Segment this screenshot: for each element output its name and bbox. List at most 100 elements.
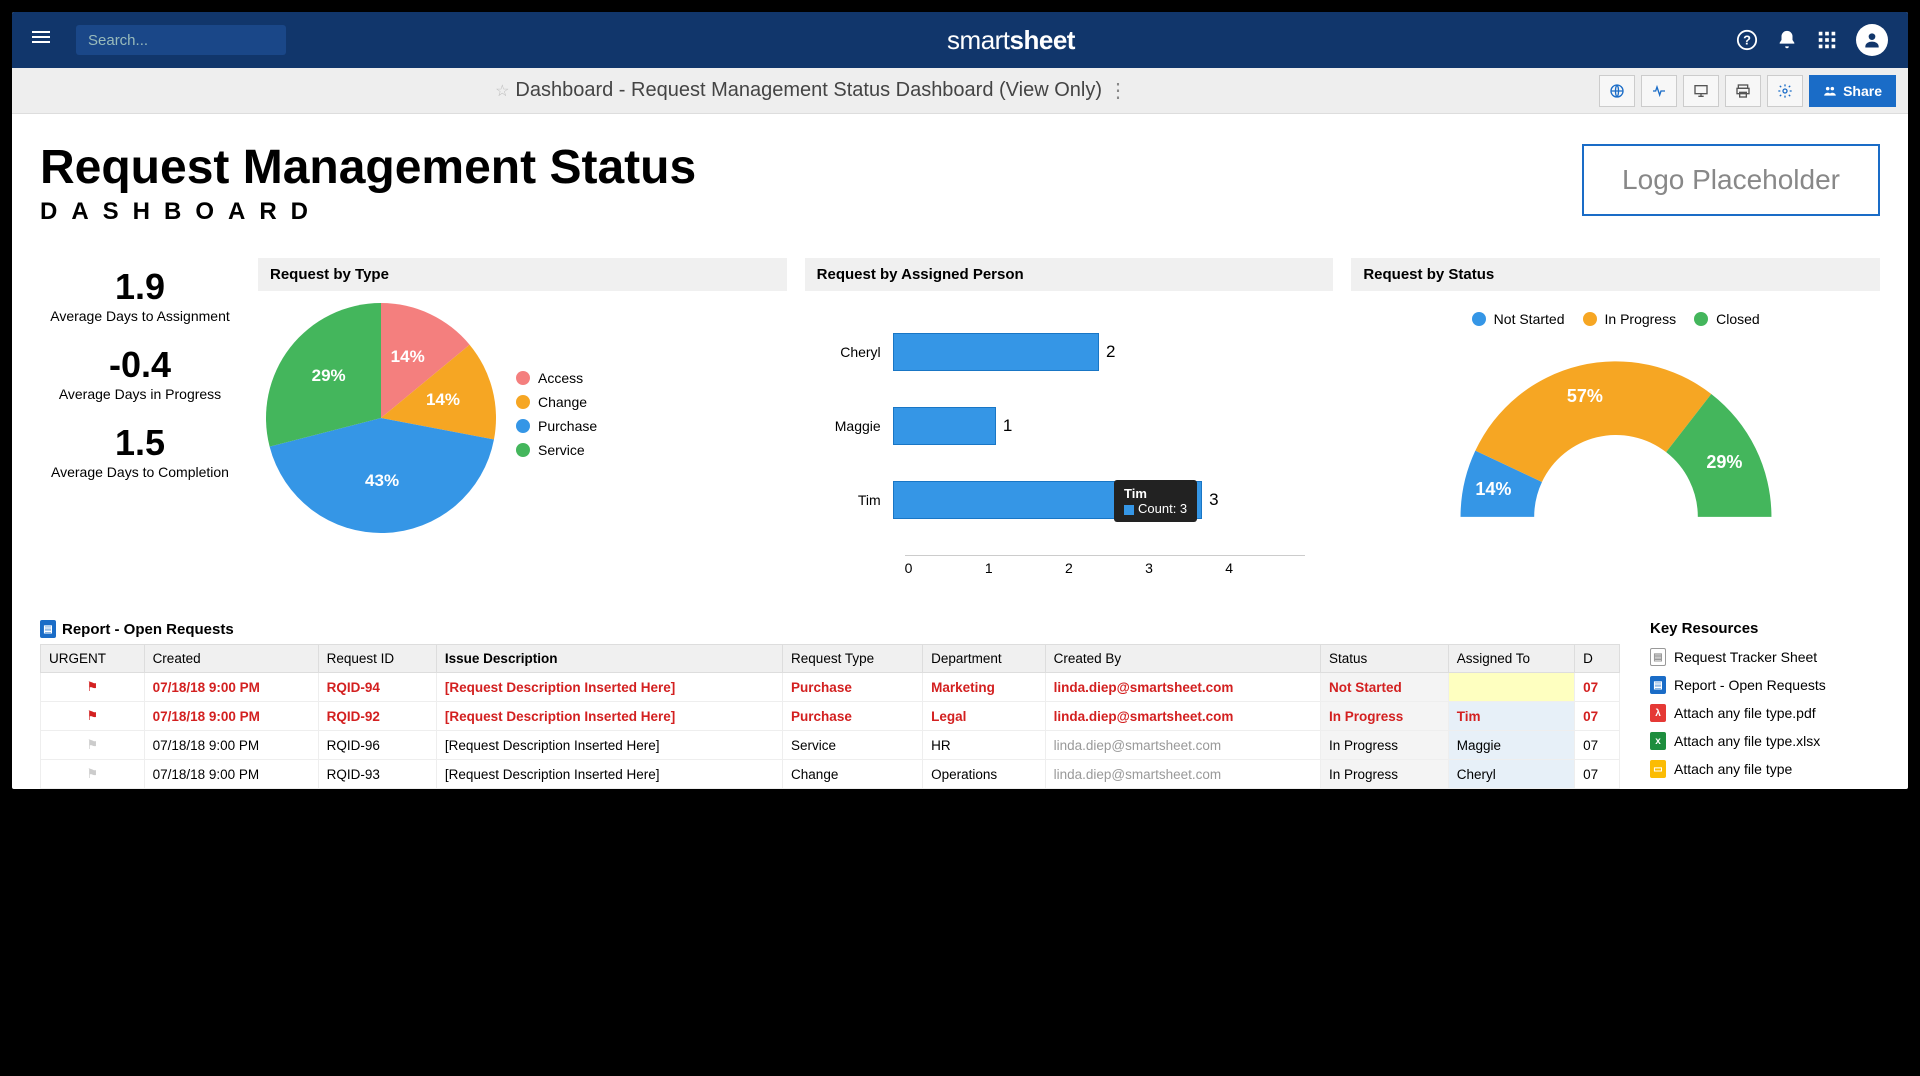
- legend-item[interactable]: Closed: [1694, 311, 1760, 327]
- pie-legend: Access Change Purchase Service: [516, 370, 597, 466]
- kebab-icon[interactable]: ⋮: [1108, 78, 1128, 103]
- resource-label: Report - Open Requests: [1674, 677, 1826, 693]
- panel-title: Request by Status: [1351, 258, 1880, 291]
- activity-button[interactable]: [1641, 75, 1677, 107]
- legend-item[interactable]: Access: [516, 370, 597, 386]
- star-icon[interactable]: ☆: [495, 81, 509, 101]
- bar-value: 1: [1003, 416, 1012, 436]
- share-button[interactable]: Share: [1809, 75, 1896, 107]
- bar-axis: 01234: [905, 555, 1306, 576]
- metric-label: Average Days in Progress: [40, 386, 240, 402]
- slide-icon: ▭: [1650, 760, 1666, 778]
- print-icon: [1735, 83, 1751, 99]
- metric-value: 1.9: [40, 266, 240, 308]
- dashboard-title: Dashboard - Request Management Status Da…: [515, 79, 1102, 102]
- table-header[interactable]: Department: [923, 645, 1046, 673]
- table-header[interactable]: Created By: [1045, 645, 1320, 673]
- gear-icon: [1777, 83, 1793, 99]
- search-box[interactable]: [76, 25, 286, 55]
- sheet-icon: ▤: [1650, 648, 1666, 666]
- request-by-person-panel: Request by Assigned Person Cheryl 2 Magg…: [805, 258, 1334, 594]
- settings-button[interactable]: [1767, 75, 1803, 107]
- legend-item[interactable]: Purchase: [516, 418, 597, 434]
- table-header[interactable]: URGENT: [41, 645, 145, 673]
- bar-category: Maggie: [823, 418, 893, 434]
- bar-row[interactable]: Cheryl 2: [823, 333, 1306, 371]
- metric-label: Average Days to Completion: [40, 464, 240, 480]
- menu-icon[interactable]: [32, 28, 56, 52]
- resource-item[interactable]: x Attach any file type.xlsx: [1650, 727, 1880, 755]
- pie-chart[interactable]: 14%14%43%29%: [266, 303, 496, 533]
- logo-placeholder: Logo Placeholder: [1582, 144, 1880, 216]
- donut-chart[interactable]: 14% 57% 29%: [1446, 345, 1786, 525]
- legend-item[interactable]: In Progress: [1583, 311, 1677, 327]
- report-icon: ▤: [40, 620, 56, 638]
- bar-row[interactable]: Tim TimCount: 3 3: [823, 481, 1306, 519]
- person-icon: [1862, 30, 1882, 50]
- avatar[interactable]: [1856, 24, 1888, 56]
- table-header[interactable]: Created: [144, 645, 318, 673]
- donut-legend: Not Started In Progress Closed: [1472, 311, 1760, 335]
- pie-slice-label: 14%: [426, 390, 460, 410]
- resource-item[interactable]: ▤ Request Tracker Sheet: [1650, 643, 1880, 671]
- table-header[interactable]: Request Type: [783, 645, 923, 673]
- table-header[interactable]: Status: [1320, 645, 1448, 673]
- bar-value: 2: [1106, 342, 1115, 362]
- metrics-column: 1.9 Average Days to Assignment -0.4 Aver…: [40, 258, 240, 594]
- table-header[interactable]: Assigned To: [1448, 645, 1574, 673]
- request-by-status-panel: Request by Status Not Started In Progress…: [1351, 258, 1880, 594]
- resource-label: Attach any file type.pdf: [1674, 705, 1816, 721]
- bar-value: 3: [1209, 490, 1218, 510]
- table-header[interactable]: Request ID: [318, 645, 436, 673]
- print-button[interactable]: [1725, 75, 1761, 107]
- globe-button[interactable]: [1599, 75, 1635, 107]
- report-table[interactable]: URGENTCreatedRequest IDIssue Description…: [40, 644, 1620, 789]
- search-input[interactable]: [88, 32, 287, 49]
- table-header[interactable]: D: [1575, 645, 1620, 673]
- flag-icon: ⚑: [86, 737, 98, 752]
- legend-item[interactable]: Service: [516, 442, 597, 458]
- pie-slice-label: 14%: [391, 347, 425, 367]
- report-section: ▤ Report - Open Requests URGENTCreatedRe…: [40, 614, 1620, 789]
- resources-title: Key Resources: [1650, 614, 1880, 643]
- legend-item[interactable]: Change: [516, 394, 597, 410]
- donut-slice-label: 29%: [1706, 452, 1742, 473]
- table-header[interactable]: Issue Description: [436, 645, 782, 673]
- pdf-icon: λ: [1650, 704, 1666, 722]
- bell-icon[interactable]: [1776, 29, 1798, 51]
- activity-icon: [1651, 83, 1667, 99]
- table-row[interactable]: ⚑ 07/18/18 9:00 PMRQID-94[Request Descri…: [41, 673, 1620, 702]
- flag-icon: ⚑: [86, 766, 98, 781]
- legend-item[interactable]: Not Started: [1472, 311, 1565, 327]
- table-row[interactable]: ⚑ 07/18/18 9:00 PMRQID-92[Request Descri…: [41, 702, 1620, 731]
- bar-category: Tim: [823, 492, 893, 508]
- resource-item[interactable]: λ Attach any file type.pdf: [1650, 699, 1880, 727]
- resource-item[interactable]: ▭ Attach any file type: [1650, 755, 1880, 783]
- help-icon[interactable]: ?: [1736, 29, 1758, 51]
- svg-text:?: ?: [1743, 33, 1751, 48]
- metric-label: Average Days to Assignment: [40, 308, 240, 324]
- resource-label: Request Tracker Sheet: [1674, 649, 1817, 665]
- present-button[interactable]: [1683, 75, 1719, 107]
- pie-slice-label: 29%: [312, 366, 346, 386]
- bar-row[interactable]: Maggie 1: [823, 407, 1306, 445]
- topbar: smartsheet ?: [12, 12, 1908, 68]
- chart-tooltip: TimCount: 3: [1114, 480, 1197, 522]
- bar-category: Cheryl: [823, 344, 893, 360]
- request-by-type-panel: Request by Type 14%14%43%29% AccessChang…: [258, 258, 787, 594]
- apps-icon[interactable]: [1816, 29, 1838, 51]
- panel-title: Request by Assigned Person: [805, 258, 1334, 291]
- bar-chart[interactable]: Cheryl 2 Maggie 1 Tim TimCount: 3 3 01234: [813, 303, 1326, 586]
- presentation-icon: [1693, 83, 1709, 99]
- table-row[interactable]: ⚑ 07/18/18 9:00 PMRQID-93[Request Descri…: [41, 760, 1620, 789]
- resource-label: Attach any file type: [1674, 761, 1792, 777]
- table-row[interactable]: ⚑ 07/18/18 9:00 PMRQID-96[Request Descri…: [41, 731, 1620, 760]
- donut-slice-label: 57%: [1567, 386, 1603, 407]
- metric-value: 1.5: [40, 422, 240, 464]
- panel-title: Request by Type: [258, 258, 787, 291]
- flag-icon: ⚑: [86, 679, 98, 694]
- metric: 1.9 Average Days to Assignment: [40, 266, 240, 324]
- donut-slice-label: 14%: [1475, 479, 1511, 500]
- resource-item[interactable]: ▤ Report - Open Requests: [1650, 671, 1880, 699]
- flag-icon: ⚑: [86, 708, 98, 723]
